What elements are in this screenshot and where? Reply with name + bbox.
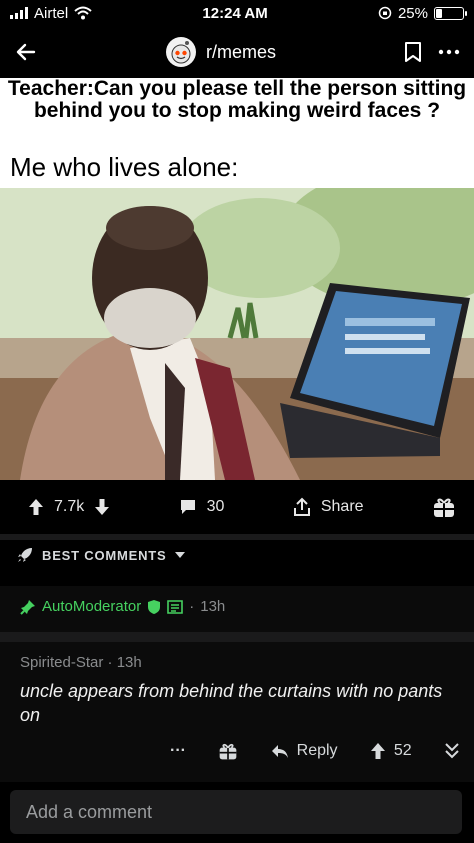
comment-count: 30 [206,498,225,515]
post-actions: 7.7k 30 Share [0,482,474,532]
comment-age: 13h [116,654,142,671]
upvote-icon[interactable] [28,498,44,516]
post-image[interactable]: Teacher:Can you please tell the person s… [0,78,474,480]
back-arrow-icon [16,43,36,61]
chevron-double-down-icon [445,743,459,759]
caret-down-icon [174,552,185,558]
comment-award-button[interactable] [218,741,238,761]
meme-photo [0,188,474,480]
stickied-icon [167,599,184,614]
signal-icon [10,7,28,19]
comment-more-button[interactable]: ··· [170,742,186,760]
comment-bubble-icon [180,500,195,514]
automod-age: 13h [200,598,226,615]
sort-label: BEST COMMENTS [42,547,167,563]
comment-meta: Spirited-Star · 13h [20,654,460,671]
more-options-button[interactable] [438,49,460,55]
comment: Spirited-Star · 13h uncle appears from b… [20,654,460,727]
status-bar: Airtel 12:24 AM 25% [0,0,474,26]
meme-subcaption: Me who lives alone: [10,152,239,182]
rotation-lock-icon [378,6,392,20]
section-divider [0,534,474,540]
rocket-icon [18,548,32,562]
automod-author[interactable]: AutoModerator [42,598,141,615]
reply-button[interactable]: Reply [271,742,338,760]
collapse-thread-button[interactable] [444,741,460,761]
battery-icon [434,6,467,20]
bookmark-icon [404,42,421,62]
clock: 12:24 AM [202,4,268,22]
save-button[interactable] [404,41,422,63]
award-button[interactable] [432,495,456,519]
share-label: Share [320,498,364,515]
automod-comment[interactable]: AutoModerator · 13h [20,598,225,615]
reply-arrow-icon [271,745,288,758]
share-button[interactable]: Share [293,497,364,517]
automod-separator: · [189,598,195,615]
downvote-icon[interactable] [94,498,110,516]
vote-control: 7.7k [28,498,110,516]
comments-button[interactable]: 30 [179,498,225,516]
upvote-count: 7.7k [54,498,85,515]
subreddit-name: r/memes [205,41,276,62]
gift-icon [219,743,237,760]
add-comment-placeholder: Add a comment [26,801,153,822]
comment-body: uncle appears from behind the curtains w… [20,681,443,725]
share-icon [293,497,310,516]
add-comment-input[interactable]: Add a comment [10,790,462,834]
upvote-icon[interactable] [370,742,386,760]
comment-score: 52 [393,742,412,759]
more-dots-icon [438,49,460,55]
pin-icon [20,599,35,615]
back-button[interactable] [14,40,38,64]
battery-percent: 25% [397,4,428,22]
comment-vote: 52 [370,742,412,760]
comment-separator: · [107,654,113,671]
moderator-shield-icon [148,599,161,614]
meme-caption: Teacher:Can you please tell the person s… [7,78,467,122]
subreddit-link[interactable]: r/memes [165,37,276,67]
post-header: r/memes [0,28,474,76]
comment-author[interactable]: Spirited-Star [20,654,103,671]
reply-label: Reply [296,742,338,759]
wifi-icon [74,6,92,20]
section-divider [0,632,474,642]
subreddit-avatar [165,37,196,67]
gift-icon [433,498,454,517]
carrier-label: Airtel [34,4,69,22]
comment-sort-button[interactable]: BEST COMMENTS [16,546,185,564]
comment-actions: ··· Reply 52 [170,736,460,766]
